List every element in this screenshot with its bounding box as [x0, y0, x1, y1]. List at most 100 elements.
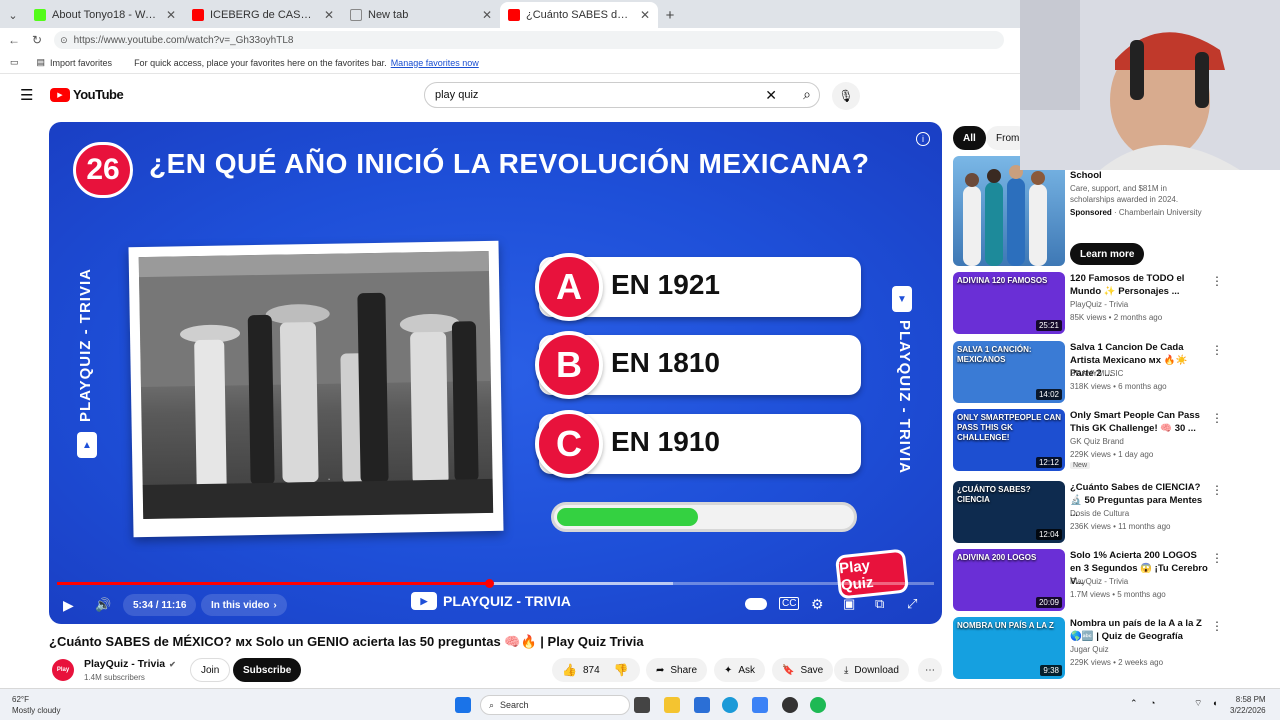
spotify-icon[interactable]: [810, 697, 826, 713]
recommendation-channel[interactable]: Dosis de Cultura: [1070, 509, 1129, 518]
channel-avatar[interactable]: Play: [52, 659, 74, 681]
answer-a[interactable]: A EN 1921: [535, 253, 861, 321]
save-button[interactable]: 🔖 Save: [772, 658, 834, 682]
ad-thumbnail[interactable]: [953, 156, 1065, 266]
captions-icon[interactable]: CC: [779, 597, 800, 610]
browser-tab-active[interactable]: ¿Cuánto SABES de MÉXICO? ᴍx Sc ✕: [500, 2, 658, 28]
recommendation-thumbnail[interactable]: NOMBRA UN PAÍS A LA Z 9:38: [953, 617, 1065, 679]
store-icon[interactable]: [694, 697, 710, 713]
file-explorer-icon[interactable]: [664, 697, 680, 713]
obs-icon[interactable]: [782, 697, 798, 713]
ad-description: Care, support, and $81M in scholarships …: [1070, 184, 1179, 204]
app-icon[interactable]: [752, 697, 768, 713]
search-icon[interactable]: ⌕: [803, 86, 811, 103]
scrubber-handle[interactable]: [485, 579, 494, 588]
voice-search-mic-icon[interactable]: 🎙: [832, 82, 860, 110]
more-actions-icon[interactable]: ⋯: [918, 658, 942, 682]
clock[interactable]: 8:58 PM 3/22/2026: [1230, 694, 1266, 716]
tray-chevron-icon[interactable]: ⌃: [1130, 698, 1138, 709]
youtube-logo[interactable]: ▶ YouTube: [50, 87, 124, 102]
channel-watermark[interactable]: ▶ PLAYQUIZ - TRIVIA: [411, 592, 571, 610]
subscribe-button[interactable]: Subscribe: [233, 658, 302, 682]
more-options-icon[interactable]: ⋮: [1211, 619, 1223, 633]
recommendation-channel[interactable]: PlayQuiz - Trivia: [1070, 577, 1128, 586]
ask-button[interactable]: ✦ Ask: [714, 658, 766, 682]
windows-start-icon[interactable]: [455, 697, 471, 713]
share-button[interactable]: ➦ Share: [646, 658, 708, 682]
recommendation-item[interactable]: ADIVINA 200 LOGOS 20:09 Solo 1% Acierta 20…: [953, 549, 1273, 613]
more-options-icon[interactable]: ⋮: [1211, 274, 1223, 288]
video-progress-bar[interactable]: [57, 579, 934, 588]
cast-icon[interactable]: ⧉: [875, 596, 884, 612]
like-icon[interactable]: 👍: [562, 663, 577, 677]
refresh-icon[interactable]: ↻: [32, 33, 42, 47]
browser-tab-2[interactable]: ICEBERG de CASOS PARANORMAL ✕: [184, 2, 342, 28]
like-count[interactable]: 874: [583, 665, 600, 676]
more-options-icon[interactable]: ⋮: [1211, 483, 1223, 497]
recommendation-title[interactable]: Only Smart People Can Pass This GK Chall…: [1070, 409, 1210, 435]
recommendation-thumbnail[interactable]: SALVA 1 CANCIÓN: MEXICANOS 14:02: [953, 341, 1065, 403]
close-tab-icon[interactable]: ✕: [482, 8, 492, 22]
more-options-icon[interactable]: ⋮: [1211, 343, 1223, 357]
recommendation-item[interactable]: ADIVINA 120 FAMOSOS 25:21 120 Famosos de T…: [953, 272, 1273, 336]
download-button[interactable]: ⤓ Download: [834, 658, 909, 682]
search-input[interactable]: play quiz ✕ ⌕: [424, 82, 820, 108]
hamburger-menu-icon[interactable]: ☰: [20, 86, 33, 104]
recommendation-channel[interactable]: BRAHYMUSIC: [1070, 369, 1123, 378]
close-tab-icon[interactable]: ✕: [640, 8, 650, 22]
in-this-video-button[interactable]: In this video ›: [201, 594, 287, 616]
tab-actions-chevron-icon[interactable]: ⌄: [0, 2, 26, 28]
weather-widget[interactable]: 62°F Mostly cloudy: [12, 694, 60, 716]
recommendation-channel[interactable]: Jugar Quiz: [1070, 645, 1109, 654]
recommendation-title[interactable]: 120 Famosos de TODO el Mundo ✨ Personaje…: [1070, 272, 1210, 298]
url-field[interactable]: ⊙ https://www.youtube.com/watch?v=_Gh33o…: [54, 31, 1005, 49]
taskbar-search[interactable]: ⌕ Search: [480, 695, 630, 715]
edge-browser-icon[interactable]: [722, 697, 738, 713]
autoplay-toggle[interactable]: [745, 598, 767, 610]
new-tab-plus-icon[interactable]: +: [658, 2, 682, 28]
import-favorites-link[interactable]: Import favorites: [50, 58, 112, 68]
volume-icon[interactable]: 🔊: [95, 597, 111, 613]
answer-b[interactable]: B EN 1810: [535, 331, 861, 399]
more-options-icon[interactable]: ⋮: [1211, 411, 1223, 425]
learn-more-button[interactable]: Learn more: [1070, 243, 1145, 265]
dislike-icon[interactable]: 👎: [614, 663, 629, 677]
browser-tab-3[interactable]: New tab ✕: [342, 2, 500, 28]
task-view-icon[interactable]: [634, 697, 650, 713]
recommendation-thumbnail[interactable]: ONLY SMARTPEOPLE CAN PASS THIS GK CHALLE…: [953, 409, 1065, 471]
close-tab-icon[interactable]: ✕: [166, 8, 176, 22]
recommendation-channel[interactable]: PlayQuiz - Trivia: [1070, 300, 1128, 309]
recommendation-item[interactable]: ONLY SMARTPEOPLE CAN PASS THIS GK CHALLE…: [953, 409, 1273, 473]
chip-all[interactable]: All: [953, 126, 986, 150]
recommendation-thumbnail[interactable]: ¿CUÁNTO SABES? CIENCIA 12:04: [953, 481, 1065, 543]
video-player[interactable]: 26 ¿EN QUÉ AÑO INICIÓ LA REVOLUCIÓN MEXI…: [49, 122, 942, 624]
clear-search-icon[interactable]: ✕: [765, 87, 777, 104]
site-info-icon[interactable]: ⊙: [60, 35, 68, 46]
miniplayer-icon[interactable]: ▣: [843, 596, 855, 612]
ad-title[interactable]: School: [1070, 170, 1102, 181]
recommendation-item[interactable]: SALVA 1 CANCIÓN: MEXICANOS 14:02 Salva 1 C…: [953, 341, 1273, 405]
recommendation-item[interactable]: ¿CUÁNTO SABES? CIENCIA 12:04 ¿Cuánto Sabes…: [953, 481, 1273, 545]
recommendation-thumbnail[interactable]: ADIVINA 120 FAMOSOS 25:21: [953, 272, 1065, 334]
manage-favorites-link[interactable]: Manage favorites now: [391, 58, 479, 68]
fullscreen-icon[interactable]: ⤢: [907, 596, 917, 612]
network-icon[interactable]: ◔: [1150, 698, 1155, 708]
browser-tab-1[interactable]: About Tonyo18 - Watch Live on Ki ✕: [26, 2, 184, 28]
volume-icon[interactable]: ◖: [1212, 698, 1217, 708]
recommendation-thumbnail[interactable]: ADIVINA 200 LOGOS 20:09: [953, 549, 1065, 611]
close-tab-icon[interactable]: ✕: [324, 8, 334, 22]
back-arrow-icon[interactable]: ←: [8, 33, 20, 47]
join-button[interactable]: Join: [190, 658, 231, 682]
favorites-bar-menu-icon[interactable]: ▭: [10, 57, 19, 68]
download-icon: ⤓: [844, 664, 849, 676]
play-icon[interactable]: ▶: [63, 597, 74, 614]
more-options-icon[interactable]: ⋮: [1211, 551, 1223, 565]
recommendation-title[interactable]: Nombra un país de la A a la Z 🌎🔤 | Quiz …: [1070, 617, 1210, 643]
recommendation-item[interactable]: NOMBRA UN PAÍS A LA Z 9:38 Nombra un país …: [953, 617, 1273, 681]
channel-name[interactable]: PlayQuiz - Trivia ✔: [84, 658, 176, 670]
recommendation-channel[interactable]: GK Quiz Brand: [1070, 437, 1124, 446]
info-icon[interactable]: i: [916, 132, 930, 146]
settings-gear-icon[interactable]: ⚙: [811, 596, 824, 613]
wifi-icon[interactable]: ⌔: [1194, 698, 1202, 709]
answer-c[interactable]: C EN 1910: [535, 410, 861, 478]
